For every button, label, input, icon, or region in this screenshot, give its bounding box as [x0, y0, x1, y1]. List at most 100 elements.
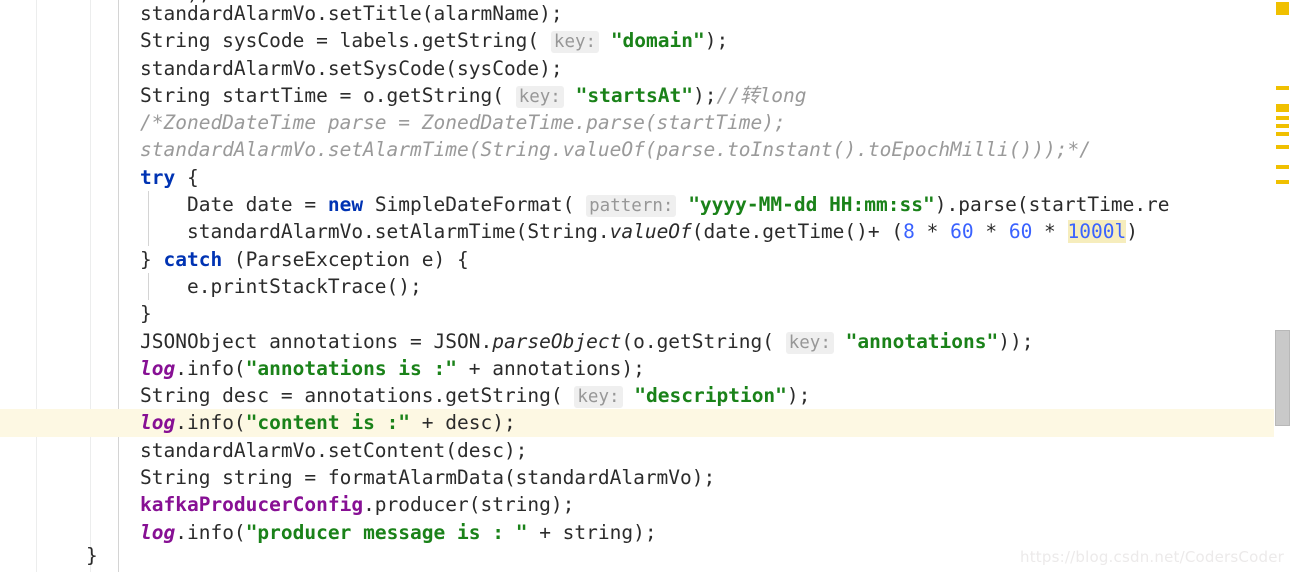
- code-token-string: "startsAt": [575, 83, 693, 107]
- warning-marker[interactable]: [1276, 165, 1289, 169]
- parameter-hint-label: key:: [785, 331, 834, 354]
- code-token-plain: );: [693, 83, 717, 107]
- code-line[interactable]: e.printStackTrace();: [0, 272, 1292, 301]
- code-token-string: "producer message is : ": [245, 520, 528, 544]
- code-lines-container[interactable]: standardAlarmVo.setTitle(alarmName); Stri…: [0, 0, 1292, 572]
- parameter-hint-label: key:: [550, 31, 600, 54]
- warning-marker[interactable]: [1276, 2, 1289, 15]
- warning-marker[interactable]: [1276, 104, 1289, 112]
- code-token-plain: Date date =: [140, 193, 328, 217]
- code-token-string: "yyyy-MM-dd HH:mm:ss": [688, 193, 935, 217]
- code-token-string: "description": [634, 384, 787, 408]
- code-line[interactable]: String string = formatAlarmData(standard…: [0, 464, 1292, 491]
- code-token-plain: (ParseException e) {: [222, 247, 469, 271]
- code-token-comment: standardAlarmVo.setAlarmTime(String.valu…: [140, 138, 1091, 162]
- code-token-plain: ): [1126, 220, 1138, 244]
- code-line[interactable]: String desc = annotations.getString( key…: [0, 382, 1292, 409]
- parameter-hint-label: pattern:: [586, 195, 677, 218]
- parameter-hint-label: key:: [515, 85, 564, 108]
- warning-marker[interactable]: [1276, 124, 1289, 128]
- code-token-plain: .info(: [175, 411, 246, 435]
- code-token-plain: *: [914, 220, 951, 244]
- indent-guide: [148, 272, 149, 301]
- code-line[interactable]: log.info("producer message is : " + stri…: [0, 519, 1292, 546]
- code-token-comment: long: [759, 83, 807, 107]
- code-line[interactable]: /*ZonedDateTime parse = ZonedDateTime.pa…: [0, 109, 1292, 136]
- code-token-comment: /*ZonedDateTime parse = ZonedDateTime.pa…: [140, 111, 786, 135]
- code-line[interactable]: kafkaProducerConfig.producer(string);: [0, 491, 1292, 518]
- code-token-plain: String desc = annotations.getString(: [140, 384, 575, 408]
- indent-guide: [148, 218, 149, 246]
- warning-marker-gutter[interactable]: [1274, 0, 1292, 572]
- code-token-string: "annotations is :": [245, 356, 458, 380]
- code-token-static-field: log: [140, 356, 176, 380]
- code-line[interactable]: }: [0, 300, 1292, 327]
- code-token-plain: ));: [998, 329, 1034, 353]
- code-token-method: parseObject: [492, 329, 622, 353]
- code-token-plain: + annotations);: [457, 356, 645, 380]
- code-token-plain: );: [704, 29, 729, 53]
- code-token-keyword: new: [327, 193, 364, 217]
- code-token-highlighted-number: 1000l: [1067, 220, 1127, 244]
- warning-marker[interactable]: [1276, 145, 1289, 149]
- code-token-method: valueOf: [609, 220, 692, 244]
- code-token-plain: *: [1032, 220, 1068, 244]
- code-editor[interactable]: ); standardAlarmVo.setTitle(alarmName);S…: [0, 0, 1292, 572]
- code-token-string: "annotations": [845, 329, 999, 353]
- code-token-plain: String sysCode = labels.getString(: [140, 29, 551, 53]
- code-token-keyword: catch: [163, 247, 223, 271]
- code-token-plain: );: [786, 384, 811, 408]
- watermark-url: https://blog.csdn.net/CodersCoder: [1019, 548, 1284, 566]
- code-token-string: "domain": [610, 29, 705, 53]
- code-token-plain: (o.getString(: [621, 329, 786, 353]
- code-line[interactable]: standardAlarmVo.setAlarmTime(String.valu…: [0, 136, 1292, 163]
- warning-marker[interactable]: [1276, 116, 1289, 120]
- code-line[interactable]: JSONObject annotations = JSON.parseObjec…: [0, 328, 1292, 355]
- warning-marker[interactable]: [1276, 180, 1289, 184]
- code-token-plain: (date.getTime()+ (: [691, 220, 904, 244]
- code-line[interactable]: Date date = new SimpleDateFormat( patter…: [0, 191, 1292, 219]
- code-line[interactable]: standardAlarmVo.setTitle(alarmName);: [0, 0, 1292, 27]
- code-token-number: 60: [1008, 220, 1033, 244]
- code-token-plain: standardAlarmVo.setSysCode(sysCode);: [140, 56, 563, 80]
- code-line[interactable]: } catch (ParseException e) {: [0, 246, 1292, 273]
- code-token-static-field: log: [140, 411, 176, 435]
- code-line[interactable]: String startTime = o.getString( key: "st…: [0, 82, 1292, 109]
- code-token-number: 8: [903, 220, 915, 244]
- code-token-plain: {: [175, 165, 199, 189]
- parameter-hint-label: key:: [574, 386, 623, 409]
- code-line[interactable]: log.info("annotations is :" + annotation…: [0, 355, 1292, 382]
- code-token-plain: .producer(string);: [363, 493, 575, 517]
- code-token-plain: String string = formatAlarmData(standard…: [140, 466, 716, 490]
- code-token-comment: //转: [716, 83, 760, 107]
- code-line[interactable]: String sysCode = labels.getString( key: …: [0, 27, 1292, 54]
- method-closing-brace: }: [86, 544, 98, 567]
- code-line[interactable]: standardAlarmVo.setSysCode(sysCode);: [0, 55, 1292, 82]
- code-line[interactable]: try {: [0, 164, 1292, 191]
- code-token-plain: }: [140, 247, 164, 271]
- code-token-number: 60: [950, 220, 974, 244]
- code-token-plain: + string);: [527, 520, 657, 544]
- vertical-scrollbar-thumb[interactable]: [1275, 330, 1290, 426]
- code-token-plain: String startTime = o.getString(: [140, 83, 516, 107]
- code-token-plain: e.printStackTrace();: [140, 274, 422, 298]
- indent-guide: [148, 191, 149, 219]
- code-token-plain: }: [140, 302, 152, 326]
- code-line[interactable]: standardAlarmVo.setAlarmTime(String.valu…: [0, 218, 1292, 246]
- warning-marker[interactable]: [1276, 132, 1289, 136]
- code-token-string: "content is :": [245, 411, 411, 435]
- code-token-plain: JSONObject annotations = JSON.: [140, 329, 493, 353]
- code-token-plain: + desc);: [410, 411, 516, 435]
- code-token-plain: .info(: [175, 520, 246, 544]
- code-line[interactable]: standardAlarmVo.setContent(desc);: [0, 437, 1292, 464]
- warning-marker[interactable]: [1276, 86, 1289, 90]
- code-token-static-field: log: [140, 520, 176, 544]
- code-line-current[interactable]: log.info("content is :" + desc);: [0, 409, 1292, 437]
- code-token-plain: standardAlarmVo.setTitle(alarmName);: [140, 2, 563, 25]
- code-token-keyword: try: [140, 165, 176, 189]
